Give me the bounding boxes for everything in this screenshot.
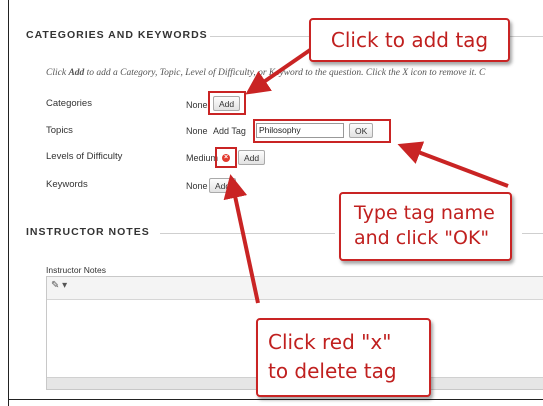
arrow-to-tag-input [397,141,509,188]
callout-type-tag-line2: and click "OK" [354,227,490,249]
callout-add-tag: Click to add tag [309,18,510,62]
callout-delete-tag: Click red "x" to delete tag [256,318,431,397]
arrow-to-delete-icon [223,174,260,304]
callout-add-tag-text: Click to add tag [330,28,489,52]
callout-type-tag-line1: Type tag name [354,202,495,224]
arrow-to-add-button [245,46,315,95]
callout-type-tag: Type tag name and click "OK" [339,192,512,261]
callout-delete-line2: to delete tag [268,359,397,383]
callout-delete-line1: Click red "x" [268,330,392,354]
